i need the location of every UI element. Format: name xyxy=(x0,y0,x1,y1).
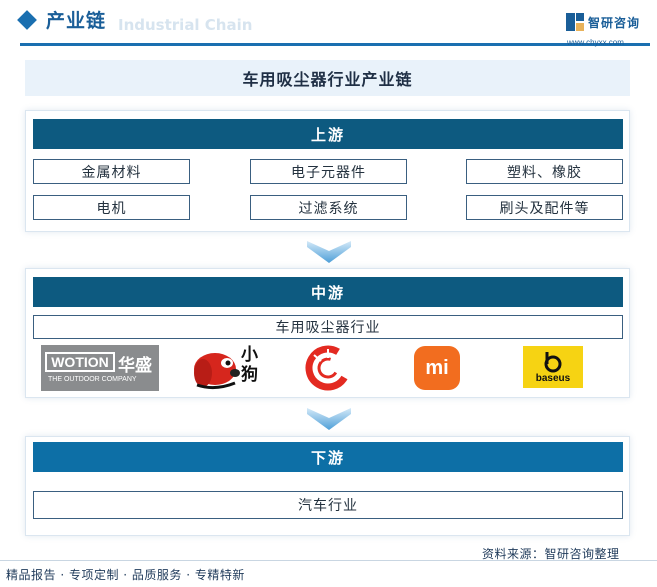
upstream-header: 上游 xyxy=(33,119,623,149)
upstream-item: 金属材料 xyxy=(33,159,190,184)
down-arrow-icon xyxy=(307,241,351,263)
baseus-wordmark: baseus xyxy=(535,373,571,384)
midstream-industry: 车用吸尘器行业 xyxy=(33,315,623,339)
chart-title: 车用吸尘器行业产业链 xyxy=(25,60,630,96)
wotion-cn-name: 华盛 xyxy=(118,356,152,376)
page-header: 产业链 Industrial Chain 智研咨询 www.chyxx.com xyxy=(0,0,657,52)
midstream-panel: 中游 车用吸尘器行业 WOTION 华盛 THE OUTDOOR COMPANY… xyxy=(25,268,630,398)
watermark-text: Industrial Chain xyxy=(118,16,253,34)
c-ring-icon xyxy=(305,345,351,391)
wotion-tagline: THE OUTDOOR COMPANY xyxy=(48,376,137,383)
downstream-panel: 下游 汽车行业 xyxy=(25,436,630,536)
section-title: 产业链 xyxy=(46,10,107,32)
down-arrow-icon xyxy=(307,408,351,430)
downstream-header: 下游 xyxy=(33,442,623,472)
upstream-item: 过滤系统 xyxy=(250,195,407,220)
puppy-cn-name: 小狗 xyxy=(241,345,258,385)
company-logo: 智研咨询 xyxy=(566,13,640,31)
upstream-item: 刷头及配件等 xyxy=(466,195,623,220)
header-divider xyxy=(20,43,650,46)
downstream-industry: 汽车行业 xyxy=(33,491,623,519)
upstream-item: 电机 xyxy=(33,195,190,220)
upstream-item: 塑料、橡胶 xyxy=(466,159,623,184)
footer-divider xyxy=(0,560,657,561)
upstream-panel: 上游 金属材料 电子元器件 塑料、橡胶 电机 过滤系统 刷头及配件等 xyxy=(25,110,630,232)
logo-name: 智研咨询 xyxy=(588,15,641,30)
puppy-logo: 小狗 xyxy=(191,343,263,391)
footer-tags: 精品报告 · 专项定制 · 品质服务 · 专精特新 xyxy=(6,568,245,582)
baseus-b-icon xyxy=(544,352,562,373)
baseus-logo: baseus xyxy=(523,346,583,388)
wotion-logo: WOTION 华盛 THE OUTDOOR COMPANY xyxy=(41,345,159,391)
logo-url: www.chyxx.com xyxy=(567,38,624,47)
wotion-wordmark: WOTION xyxy=(45,352,115,372)
ring-logo xyxy=(304,344,352,392)
upstream-item: 电子元器件 xyxy=(250,159,407,184)
dog-icon xyxy=(194,353,240,390)
xiaomi-wordmark: mi xyxy=(425,356,449,379)
logo-mark-icon xyxy=(566,13,584,31)
xiaomi-logo: mi xyxy=(414,346,460,390)
diamond-icon xyxy=(17,10,37,30)
midstream-header: 中游 xyxy=(33,277,623,307)
